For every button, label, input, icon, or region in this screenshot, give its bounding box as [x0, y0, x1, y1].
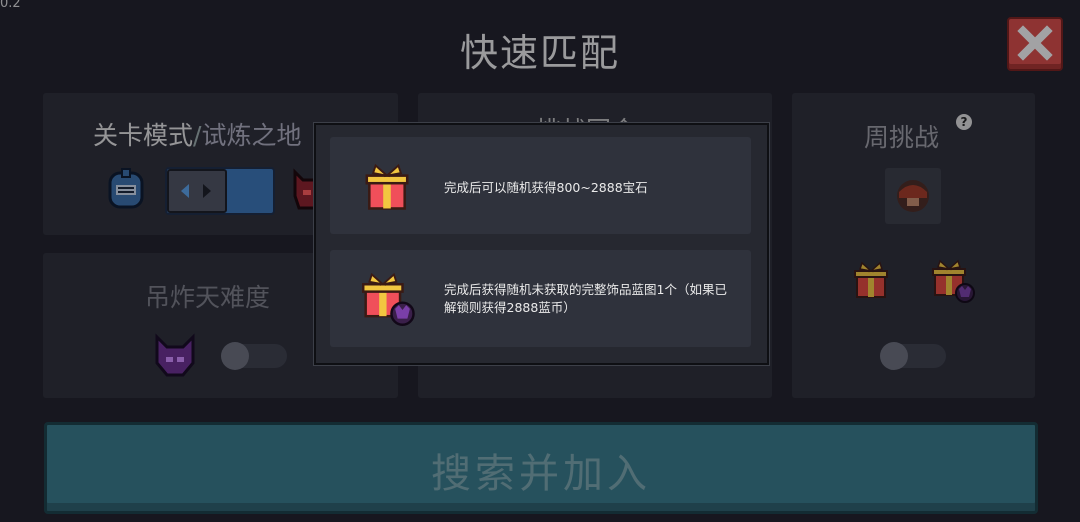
gift-demon-icon	[362, 272, 415, 326]
reward-popup: 完成后可以随机获得800~2888宝石 完成后获得随机未获取的完整饰品蓝图1个（…	[314, 123, 769, 365]
gift-icon	[365, 163, 409, 210]
reward-row: 完成后获得随机未获取的完整饰品蓝图1个（如果已解锁则获得2888蓝币）	[330, 250, 751, 347]
reward-row: 完成后可以随机获得800~2888宝石	[330, 137, 751, 234]
reward-text: 完成后获得随机未获取的完整饰品蓝图1个（如果已解锁则获得2888蓝币）	[444, 282, 727, 315]
reward-text: 完成后可以随机获得800~2888宝石	[444, 180, 648, 195]
